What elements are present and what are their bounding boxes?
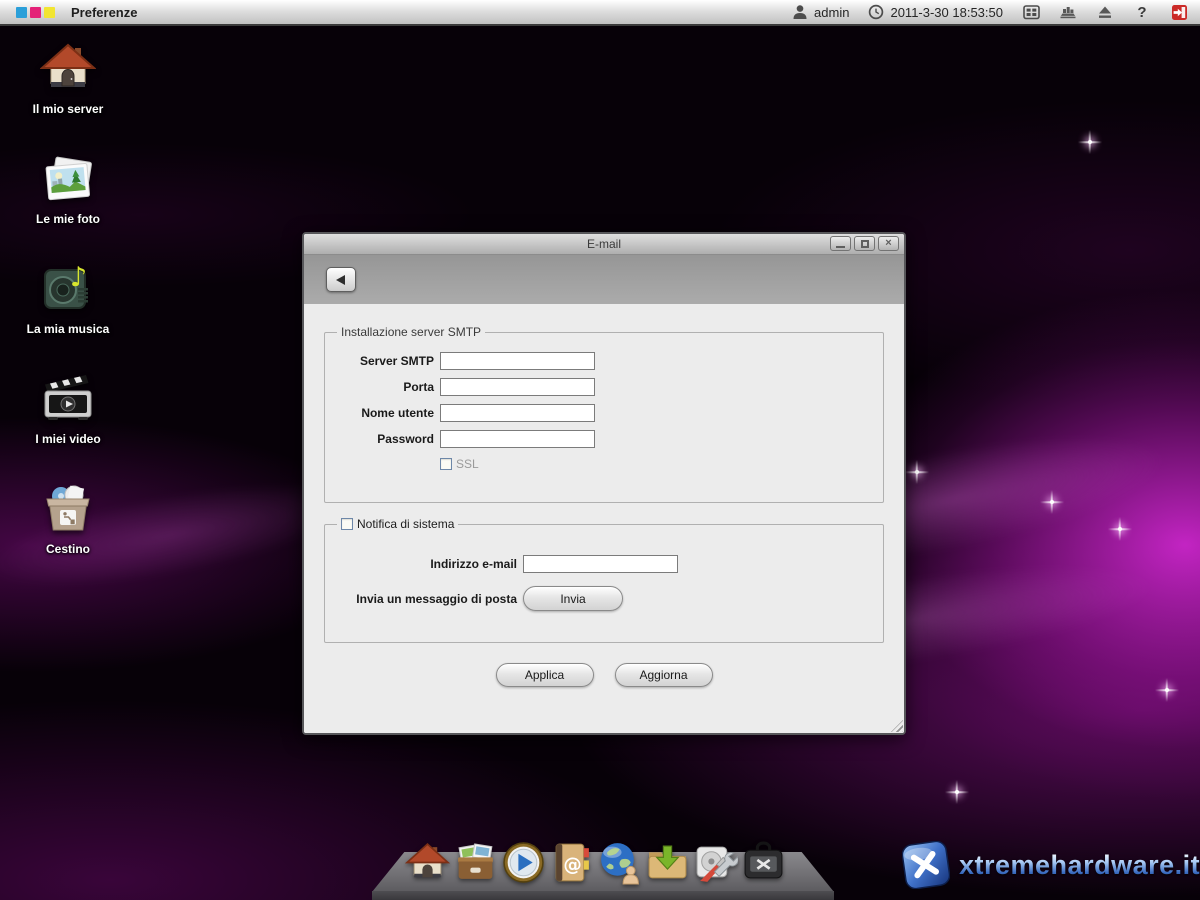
email-address-input[interactable] [523, 555, 678, 573]
eject-button[interactable] [1096, 3, 1114, 21]
close-icon: × [885, 237, 892, 249]
eject-icon [1099, 6, 1111, 18]
user-icon [793, 5, 807, 19]
notification-legend-label: Notifica di sistema [357, 517, 455, 531]
brand-logo [16, 6, 55, 18]
username-input[interactable] [440, 404, 595, 422]
desktop-icon-my-music[interactable]: ♪ La mia musica [10, 260, 126, 336]
send-test-mail-button[interactable]: Invia [523, 586, 623, 611]
topbar: Preferenze admin 2011-3-30 18:53:50 ? [0, 0, 1200, 26]
desktop-icon-my-photos[interactable]: Le mie foto [10, 150, 126, 226]
password-input[interactable] [440, 430, 595, 448]
desktop-icon-label: La mia musica [26, 322, 110, 336]
network-dock-icon[interactable] [597, 840, 642, 885]
ssl-label: SSL [456, 457, 479, 471]
download-dock-icon[interactable] [645, 840, 690, 885]
videos-icon [44, 375, 92, 420]
watermark-logo: xtremehardware.it [902, 841, 1200, 889]
back-arrow-icon [335, 274, 345, 285]
trash-icon [46, 485, 90, 531]
dialog-toolbar [304, 254, 904, 304]
help-button[interactable]: ? [1133, 3, 1151, 21]
maximize-button[interactable] [854, 236, 875, 251]
dialog-titlebar[interactable]: E-mail × [304, 234, 904, 254]
apply-button[interactable]: Applica [495, 663, 594, 687]
screen: Preferenze admin 2011-3-30 18:53:50 ? Il… [0, 0, 1200, 900]
smtp-fieldset: Installazione server SMTP Server SMTP Po… [324, 325, 884, 503]
ssl-checkbox[interactable] [440, 458, 452, 470]
home-dock-icon[interactable] [405, 840, 450, 885]
dock-icon-list: @ [405, 840, 786, 885]
window-grid-button[interactable] [1022, 3, 1040, 21]
music-icon: ♪ [44, 262, 88, 309]
window-grid-icon [1022, 5, 1040, 20]
maximize-icon [860, 239, 869, 248]
desktop-icon-my-videos[interactable]: I miei video [10, 370, 126, 446]
dialog-body: Installazione server SMTP Server SMTP Po… [304, 304, 904, 733]
desktop-icon-label: Le mie foto [35, 212, 100, 226]
sparkle-star [1088, 140, 1092, 144]
contacts-dock-icon[interactable]: @ [549, 840, 594, 885]
user-menu[interactable]: admin [792, 4, 849, 20]
desktop-icon-my-server[interactable]: Il mio server [10, 40, 126, 116]
datetime-text: 2011-3-30 18:53:50 [890, 4, 1003, 20]
logout-button[interactable] [1170, 3, 1188, 21]
logout-icon [1171, 4, 1187, 20]
desktop-icon-list: Il mio server Le mie foto ♪ La mia music… [10, 40, 126, 556]
close-button[interactable]: × [878, 236, 899, 251]
logo-square-blue [16, 6, 27, 18]
photos-dock-icon[interactable] [453, 840, 498, 885]
widgets-button[interactable] [1059, 3, 1077, 21]
sparkle-star [1050, 500, 1054, 504]
smtp-server-label: Server SMTP [359, 354, 434, 368]
user-name: admin [814, 4, 850, 20]
resize-grip[interactable] [891, 720, 903, 732]
minimize-icon [836, 245, 845, 248]
disk-utility-dock-icon[interactable] [693, 840, 738, 885]
send-mail-label: Invia un messaggio di posta [356, 591, 517, 606]
dialog-title: E-mail [586, 237, 621, 251]
svg-text:@: @ [563, 855, 581, 876]
desktop-icon-trash[interactable]: Cestino [10, 480, 126, 556]
password-label: Password [377, 432, 434, 446]
svg-text:♪: ♪ [70, 262, 87, 293]
desktop-icon-label: Cestino [45, 542, 90, 556]
port-input[interactable] [440, 378, 595, 396]
clock-icon [869, 4, 884, 20]
back-button[interactable] [326, 267, 356, 292]
port-label: Porta [403, 380, 434, 394]
photos-icon [45, 156, 92, 201]
logo-square-yellow [44, 6, 55, 18]
desktop-icon-label: I miei video [35, 432, 101, 446]
media-player-dock-icon[interactable] [501, 840, 546, 885]
watermark-text: xtremehardware.it [959, 849, 1200, 880]
minimize-button[interactable] [830, 236, 851, 251]
desktop-icon-label: Il mio server [32, 102, 104, 116]
toolbox-dock-icon[interactable] [741, 840, 786, 885]
logo-square-magenta [30, 6, 41, 18]
xtremehardware-logo-icon [902, 841, 950, 889]
notification-fieldset: Notifica di sistema Indirizzo e-mail Inv… [324, 517, 884, 643]
dock-platform-edge [372, 891, 834, 900]
refresh-button[interactable]: Aggiorna [614, 663, 713, 687]
system-notification-checkbox[interactable] [341, 518, 353, 530]
clock-display: 2011-3-30 18:53:50 [868, 4, 1003, 20]
page-title: Preferenze [71, 4, 138, 20]
widgets-icon [1060, 7, 1076, 19]
sparkle-star [915, 470, 919, 474]
sparkle-star [955, 790, 959, 794]
home-icon [40, 43, 96, 87]
email-dialog: E-mail × Installazione server SMTP Serve… [302, 232, 906, 735]
sparkle-star [1165, 688, 1169, 692]
smtp-legend: Installazione server SMTP [341, 325, 482, 339]
sparkle-star [1118, 527, 1122, 531]
help-icon: ? [1137, 3, 1147, 21]
smtp-server-input[interactable] [440, 352, 595, 370]
email-address-label: Indirizzo e-mail [430, 557, 517, 571]
username-label: Nome utente [361, 406, 434, 420]
